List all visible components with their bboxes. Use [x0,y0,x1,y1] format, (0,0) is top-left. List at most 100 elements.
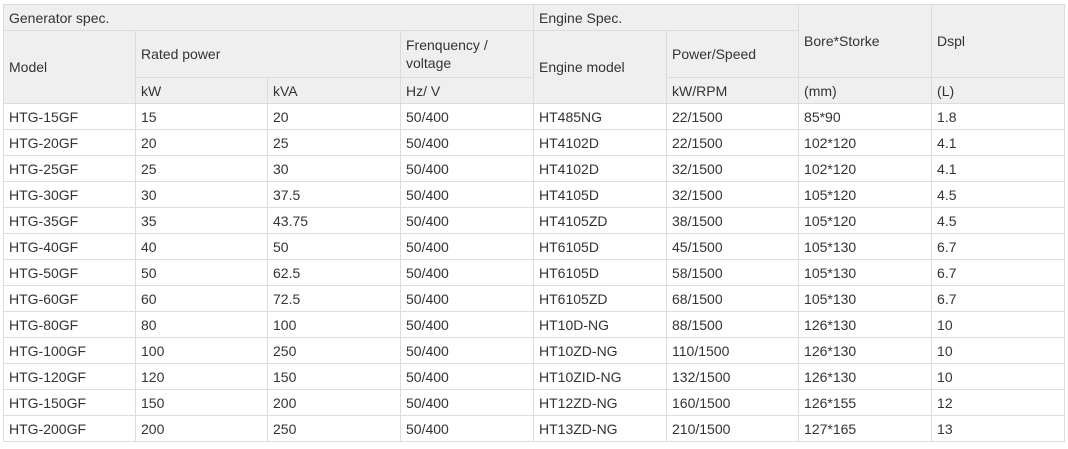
kw-cell: 80 [135,311,268,338]
bore-stroke-cell: 105*130 [798,233,933,260]
model-cell: HTG-100GF [3,337,136,364]
hz-v-cell: 50/400 [399,181,535,208]
bore-stroke-cell: 102*120 [798,155,933,182]
kw-cell: 20 [135,129,268,156]
kva-cell: 20 [267,103,401,130]
kw-cell: 120 [135,363,268,390]
bore-stroke-cell: 102*120 [798,129,933,156]
model-cell: HTG-30GF [3,181,136,208]
kw-cell: 150 [135,389,268,416]
kva-cell: 200 [267,389,401,416]
kva-cell: 43.75 [267,207,401,234]
hz-v-unit-header: Hz/ V [399,77,535,104]
power-speed-cell: 45/1500 [666,233,800,260]
dspl-cell: 6.7 [931,259,1066,286]
table-row: HTG-50GF 50 62.5 50/400 HT6105D 58/1500 105*13… [3,259,1066,286]
power-speed-cell: 32/1500 [666,155,800,182]
engine-model-cell: HT6105D [533,233,668,260]
dspl-cell: 10 [931,363,1066,390]
engine-model-cell: HT10ZID-NG [533,363,668,390]
bore-stroke-header: Bore*Storke [798,4,933,78]
model-cell: HTG-40GF [3,233,136,260]
power-speed-cell: 32/1500 [666,181,800,208]
bore-stroke-cell: 105*120 [798,181,933,208]
dspl-header: Dspl [931,4,1066,78]
model-cell: HTG-25GF [3,155,136,182]
power-speed-cell: 68/1500 [666,285,800,312]
hz-v-cell: 50/400 [399,363,535,390]
engine-model-cell: HT4102D [533,155,668,182]
hz-v-cell: 50/400 [399,389,535,416]
power-speed-cell: 58/1500 [666,259,800,286]
dspl-cell: 6.7 [931,285,1066,312]
kva-cell: 25 [267,129,401,156]
spec-rows: HTG-15GF 15 20 50/400 HT485NG 22/1500 85*90 1.8… [3,103,1066,442]
rated-power-header: Rated power [135,30,401,78]
table-row: HTG-200GF 200 250 50/400 HT13ZD-NG 210/1500 12… [3,415,1066,442]
bore-stroke-cell: 127*165 [798,415,933,442]
dspl-cell: 4.1 [931,155,1066,182]
kw-cell: 25 [135,155,268,182]
engine-model-cell: HT13ZD-NG [533,415,668,442]
model-cell: HTG-120GF [3,363,136,390]
model-cell: HTG-200GF [3,415,136,442]
hz-v-cell: 50/400 [399,233,535,260]
kw-cell: 40 [135,233,268,260]
bore-stroke-cell: 126*130 [798,311,933,338]
engine-model-cell: HT12ZD-NG [533,389,668,416]
kw-unit-header: kW [135,77,268,104]
table-row: HTG-40GF 40 50 50/400 HT6105D 45/1500 105*130 6… [3,233,1066,260]
generator-spec-table: Generator spec. Engine Spec. Bore*Storke… [2,4,1066,442]
kw-cell: 200 [135,415,268,442]
table-row: HTG-15GF 15 20 50/400 HT485NG 22/1500 85*90 1.8 [3,103,1066,130]
engine-model-cell: HT4102D [533,129,668,156]
power-speed-cell: 160/1500 [666,389,800,416]
model-cell: HTG-35GF [3,207,136,234]
l-unit-header: (L) [931,77,1066,104]
model-cell: HTG-50GF [3,259,136,286]
bore-stroke-cell: 105*130 [798,259,933,286]
hz-v-cell: 50/400 [399,311,535,338]
power-speed-cell: 22/1500 [666,129,800,156]
power-speed-header: Power/Speed [666,30,800,78]
dspl-cell: 10 [931,337,1066,364]
table-row: HTG-80GF 80 100 50/400 HT10D-NG 88/1500 126*13… [3,311,1066,338]
hz-v-cell: 50/400 [399,155,535,182]
bore-stroke-cell: 85*90 [798,103,933,130]
hz-v-cell: 50/400 [399,259,535,286]
bore-stroke-cell: 105*130 [798,285,933,312]
kva-cell: 72.5 [267,285,401,312]
mm-unit-header: (mm) [798,77,933,104]
kva-cell: 150 [267,363,401,390]
engine-model-cell: HT6105ZD [533,285,668,312]
hz-v-cell: 50/400 [399,207,535,234]
hz-v-cell: 50/400 [399,129,535,156]
power-speed-cell: 110/1500 [666,337,800,364]
dspl-cell: 13 [931,415,1066,442]
hz-v-cell: 50/400 [399,103,535,130]
table-row: HTG-20GF 20 25 50/400 HT4102D 22/1500 102*120 4… [3,129,1066,156]
hz-v-cell: 50/400 [399,415,535,442]
kw-cell: 60 [135,285,268,312]
table-row: HTG-120GF 120 150 50/400 HT10ZID-NG 132/1500 1… [3,363,1066,390]
bore-stroke-cell: 126*155 [798,389,933,416]
kva-cell: 62.5 [267,259,401,286]
kw-cell: 100 [135,337,268,364]
kva-cell: 100 [267,311,401,338]
kw-cell: 30 [135,181,268,208]
engine-model-cell: HT4105D [533,181,668,208]
model-cell: HTG-80GF [3,311,136,338]
dspl-cell: 6.7 [931,233,1066,260]
kw-cell: 50 [135,259,268,286]
table-row: HTG-100GF 100 250 50/400 HT10ZD-NG 110/1500 12… [3,337,1066,364]
kw-cell: 35 [135,207,268,234]
model-cell: HTG-15GF [3,103,136,130]
dspl-cell: 10 [931,311,1066,338]
kva-cell: 250 [267,337,401,364]
engine-model-cell: HT4105ZD [533,207,668,234]
generator-spec-header: Generator spec. [2,4,535,31]
dspl-cell: 12 [931,389,1066,416]
kva-cell: 50 [267,233,401,260]
engine-model-cell: HT6105D [533,259,668,286]
kva-unit-header: kVA [267,77,401,104]
